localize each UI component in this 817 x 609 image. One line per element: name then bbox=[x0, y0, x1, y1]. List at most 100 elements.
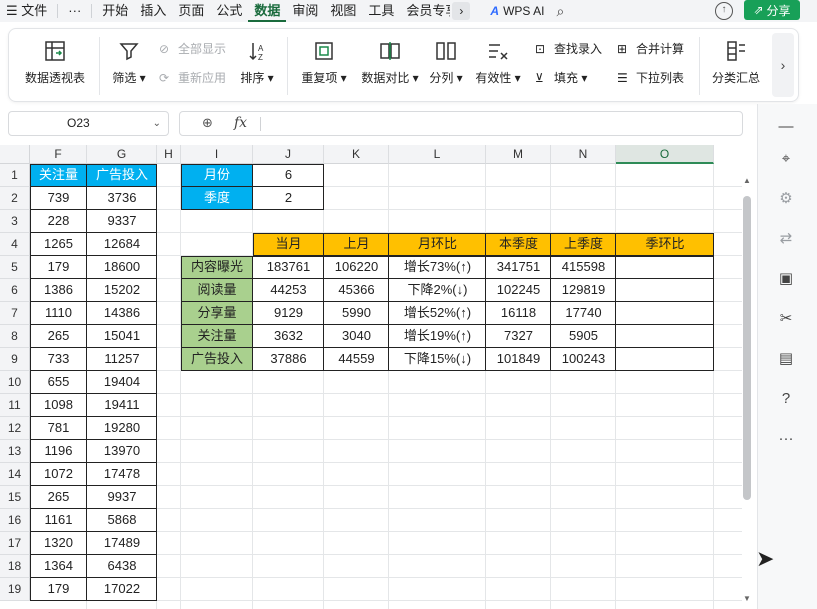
row-header-7[interactable]: 7 bbox=[0, 302, 30, 325]
table-cell[interactable]: 17478 bbox=[87, 463, 157, 486]
table-cell[interactable]: 15041 bbox=[87, 325, 157, 348]
sort-button[interactable]: AZ 排序 ▾ bbox=[237, 39, 277, 86]
transform-icon[interactable]: ⇄ bbox=[775, 228, 797, 250]
summary-cell[interactable]: 45366 bbox=[324, 279, 389, 302]
cloud-upload-icon[interactable]: ↑ bbox=[715, 2, 733, 20]
column-header-l[interactable]: L bbox=[389, 145, 486, 164]
table-cell[interactable]: 17489 bbox=[87, 532, 157, 555]
more-menu-button[interactable]: ··· bbox=[62, 0, 87, 22]
summary-cell[interactable]: 37886 bbox=[253, 348, 324, 371]
row-header-14[interactable]: 14 bbox=[0, 463, 30, 486]
row-header-2[interactable]: 2 bbox=[0, 187, 30, 210]
summary-cell[interactable]: 下降2%(↓) bbox=[389, 279, 486, 302]
summary-row-label[interactable]: 广告投入 bbox=[181, 348, 253, 371]
table-header-cell[interactable]: 广告投入 bbox=[87, 164, 157, 187]
subtotal-button[interactable]: 分类汇总 bbox=[709, 39, 763, 86]
summary-cell[interactable]: 341751 bbox=[486, 256, 551, 279]
summary-header-cell[interactable]: 季环比 bbox=[616, 233, 714, 256]
table-cell[interactable]: 265 bbox=[30, 325, 87, 348]
summary-cell[interactable]: 101849 bbox=[486, 348, 551, 371]
table-cell[interactable]: 228 bbox=[30, 210, 87, 233]
tab-page[interactable]: 页面 bbox=[172, 0, 210, 22]
summary-cell[interactable]: 415598 bbox=[551, 256, 616, 279]
chart-icon[interactable]: ▣ bbox=[775, 268, 797, 290]
chevron-right-icon[interactable]: › bbox=[452, 2, 471, 20]
tab-member[interactable]: 会员专享 bbox=[400, 0, 450, 22]
table-cell[interactable]: 1320 bbox=[30, 532, 87, 555]
table-cell[interactable]: 733 bbox=[30, 348, 87, 371]
table-cell[interactable]: 1265 bbox=[30, 233, 87, 256]
row-header-10[interactable]: 10 bbox=[0, 371, 30, 394]
summary-header-cell[interactable]: 本季度 bbox=[486, 233, 551, 256]
summary-cell[interactable] bbox=[616, 279, 714, 302]
column-header-f[interactable]: F bbox=[30, 145, 87, 164]
chevron-down-icon[interactable]: ⌄ bbox=[153, 112, 161, 135]
row-header-19[interactable]: 19 bbox=[0, 578, 30, 601]
summary-header-cell[interactable]: 上季度 bbox=[551, 233, 616, 256]
table-cell[interactable]: 14386 bbox=[87, 302, 157, 325]
row-header-13[interactable]: 13 bbox=[0, 440, 30, 463]
fx-icon[interactable]: fx bbox=[234, 115, 247, 131]
reapply-button[interactable]: ⟳ 重新应用 bbox=[159, 69, 226, 87]
summary-cell[interactable]: 5990 bbox=[324, 302, 389, 325]
scroll-up-icon[interactable]: ▲ bbox=[743, 176, 751, 185]
table-cell[interactable]: 18600 bbox=[87, 256, 157, 279]
summary-cell[interactable]: 44559 bbox=[324, 348, 389, 371]
search-icon[interactable]: ⌕ bbox=[556, 3, 564, 20]
summary-cell[interactable]: 9129 bbox=[253, 302, 324, 325]
lookup-entry-button[interactable]: ⊡ 查找录入 bbox=[535, 40, 602, 58]
more-options-icon[interactable]: ··· bbox=[775, 428, 797, 450]
select-pointer-icon[interactable]: ⌖ bbox=[775, 148, 797, 170]
table-cell[interactable]: 265 bbox=[30, 486, 87, 509]
table-cell[interactable]: 13970 bbox=[87, 440, 157, 463]
filter-button[interactable]: 筛选 ▾ bbox=[109, 39, 149, 86]
summary-cell[interactable]: 183761 bbox=[253, 256, 324, 279]
summary-cell[interactable]: 16118 bbox=[486, 302, 551, 325]
zoom-icon[interactable]: ⊕ bbox=[202, 115, 213, 131]
tab-review[interactable]: 审阅 bbox=[286, 0, 324, 22]
summary-row-label[interactable]: 阅读量 bbox=[181, 279, 253, 302]
row-header-15[interactable]: 15 bbox=[0, 486, 30, 509]
row-header-12[interactable]: 12 bbox=[0, 417, 30, 440]
table-cell[interactable]: 1072 bbox=[30, 463, 87, 486]
dropdown-list-button[interactable]: ☰ 下拉列表 bbox=[617, 69, 684, 87]
column-header-n[interactable]: N bbox=[551, 145, 616, 164]
tab-tools[interactable]: 工具 bbox=[362, 0, 400, 22]
table-cell[interactable]: 3736 bbox=[87, 187, 157, 210]
duplicates-button[interactable]: 重复项 ▾ bbox=[299, 39, 349, 86]
tab-home[interactable]: 开始 bbox=[96, 0, 134, 22]
tab-formula[interactable]: 公式 bbox=[210, 0, 248, 22]
column-header-g[interactable]: G bbox=[87, 145, 157, 164]
summary-cell[interactable]: 17740 bbox=[551, 302, 616, 325]
summary-row-label[interactable]: 关注量 bbox=[181, 325, 253, 348]
help-icon[interactable]: ? bbox=[775, 388, 797, 410]
row-header-3[interactable]: 3 bbox=[0, 210, 30, 233]
file-menu[interactable]: ☰ 文件 bbox=[0, 0, 53, 22]
table-cell[interactable]: 1110 bbox=[30, 302, 87, 325]
param-value-cell[interactable]: 6 bbox=[253, 164, 324, 187]
row-header-18[interactable]: 18 bbox=[0, 555, 30, 578]
table-cell[interactable]: 1098 bbox=[30, 394, 87, 417]
validity-button[interactable]: 有效性 ▾ bbox=[473, 39, 523, 86]
row-header-1[interactable]: 1 bbox=[0, 164, 30, 187]
table-cell[interactable]: 781 bbox=[30, 417, 87, 440]
summary-cell[interactable]: 129819 bbox=[551, 279, 616, 302]
tab-insert[interactable]: 插入 bbox=[134, 0, 172, 22]
column-header-m[interactable]: M bbox=[486, 145, 551, 164]
adjust-settings-icon[interactable]: ⚙ bbox=[775, 188, 797, 210]
row-header-17[interactable]: 17 bbox=[0, 532, 30, 555]
column-header-k[interactable]: K bbox=[324, 145, 389, 164]
table-cell[interactable]: 9337 bbox=[87, 210, 157, 233]
table-cell[interactable]: 9937 bbox=[87, 486, 157, 509]
ribbon-scroll-right-icon[interactable]: › bbox=[772, 33, 794, 97]
fill-button[interactable]: ⊻ 填充 ▾ bbox=[535, 69, 587, 87]
table-cell[interactable]: 12684 bbox=[87, 233, 157, 256]
summary-row-label[interactable]: 分享量 bbox=[181, 302, 253, 325]
split-column-button[interactable]: 分列 ▾ bbox=[427, 39, 465, 86]
row-header-11[interactable]: 11 bbox=[0, 394, 30, 417]
summary-cell[interactable]: 106220 bbox=[324, 256, 389, 279]
table-cell[interactable]: 19404 bbox=[87, 371, 157, 394]
table-cell[interactable]: 6438 bbox=[87, 555, 157, 578]
summary-cell[interactable]: 3632 bbox=[253, 325, 324, 348]
column-header-o[interactable]: O bbox=[616, 145, 714, 164]
